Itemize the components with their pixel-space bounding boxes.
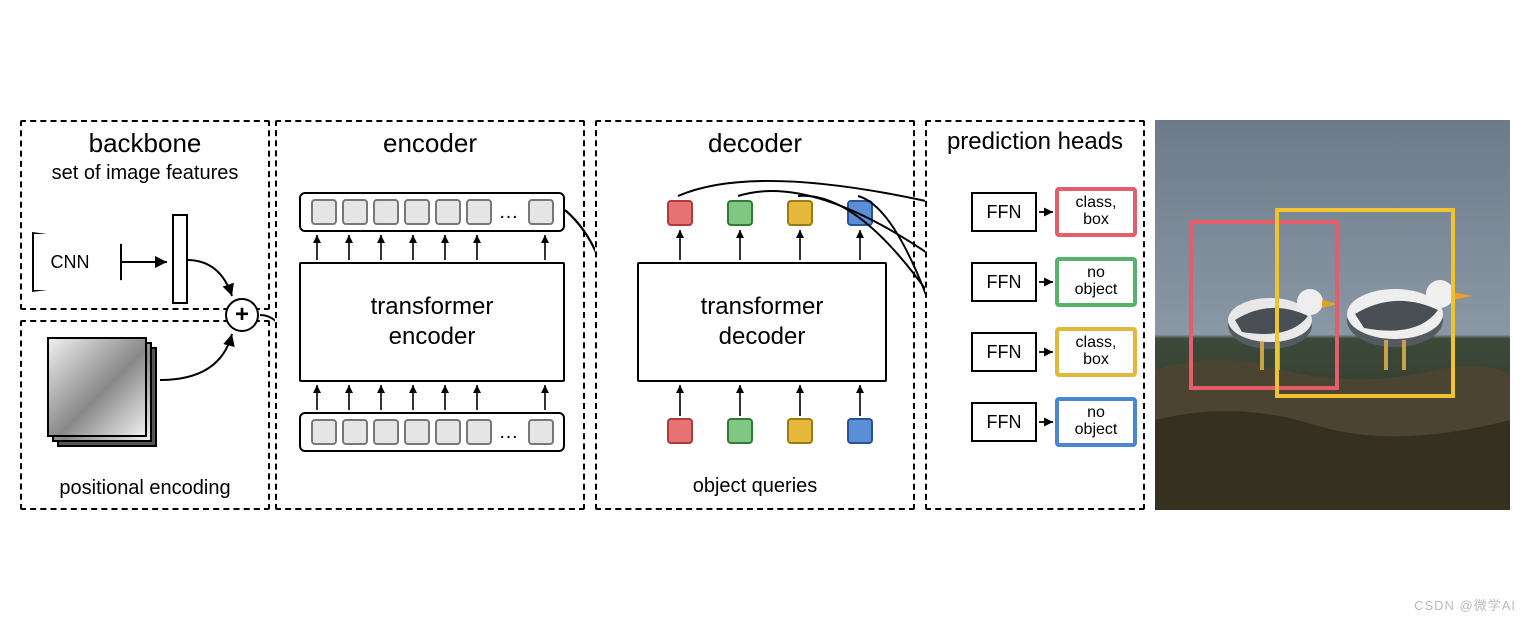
watermark: CSDN @微学AI xyxy=(1414,595,1516,614)
output-image xyxy=(1155,120,1510,510)
decoder-out-token-blue xyxy=(847,200,873,226)
panel-prediction-heads: prediction heads FFN FFN FFN FFN class, … xyxy=(925,120,1145,510)
object-query-green xyxy=(727,418,753,444)
ffn-to-pred-arrows xyxy=(927,122,1147,512)
object-query-red xyxy=(667,418,693,444)
panel-title-encoder: encoder xyxy=(277,128,583,159)
pos-enc-label: positional encoding xyxy=(22,477,268,500)
encoder-input-tokens: … xyxy=(299,412,565,452)
diagram-canvas: backbone set of image features CNN posit… xyxy=(20,120,1515,510)
encoder-output-tokens: … xyxy=(299,192,565,232)
object-query-blue xyxy=(847,418,873,444)
backbone-sublabel: set of image features xyxy=(22,162,268,185)
ffn-1: FFN xyxy=(971,192,1037,232)
cnn-block: CNN xyxy=(32,232,122,292)
decoder-out-token-yellow xyxy=(787,200,813,226)
prediction-3: class, box xyxy=(1055,327,1137,377)
object-queries-label: object queries xyxy=(597,475,913,498)
prediction-2: no object xyxy=(1055,257,1137,307)
add-icon: + xyxy=(225,298,259,332)
ellipsis-icon-2: … xyxy=(497,421,523,444)
positional-encoding-stack xyxy=(47,337,157,447)
object-query-yellow xyxy=(787,418,813,444)
decoder-out-token-green xyxy=(727,200,753,226)
panel-title-heads: prediction heads xyxy=(927,128,1143,156)
panel-positional-encoding: positional encoding xyxy=(20,320,270,510)
plus-glyph: + xyxy=(235,303,249,327)
panel-backbone: backbone set of image features CNN xyxy=(20,120,270,310)
decoder-out-token-red xyxy=(667,200,693,226)
ffn-3: FFN xyxy=(971,332,1037,372)
transformer-decoder-block: transformer decoder xyxy=(637,262,887,382)
panel-title-decoder: decoder xyxy=(597,128,913,159)
prediction-4: no object xyxy=(1055,397,1137,447)
panel-decoder: decoder transformer decoder object queri… xyxy=(595,120,915,510)
feature-column xyxy=(172,214,188,304)
bbox-bird-yellow xyxy=(1275,208,1455,398)
panel-encoder: encoder … transformer encoder … xyxy=(275,120,585,510)
prediction-1: class, box xyxy=(1055,187,1137,237)
panel-title-backbone: backbone xyxy=(22,128,268,159)
ellipsis-icon: … xyxy=(497,201,523,224)
ffn-2: FFN xyxy=(971,262,1037,302)
cnn-label: CNN xyxy=(32,232,122,292)
ffn-4: FFN xyxy=(971,402,1037,442)
transformer-encoder-block: transformer encoder xyxy=(299,262,565,382)
